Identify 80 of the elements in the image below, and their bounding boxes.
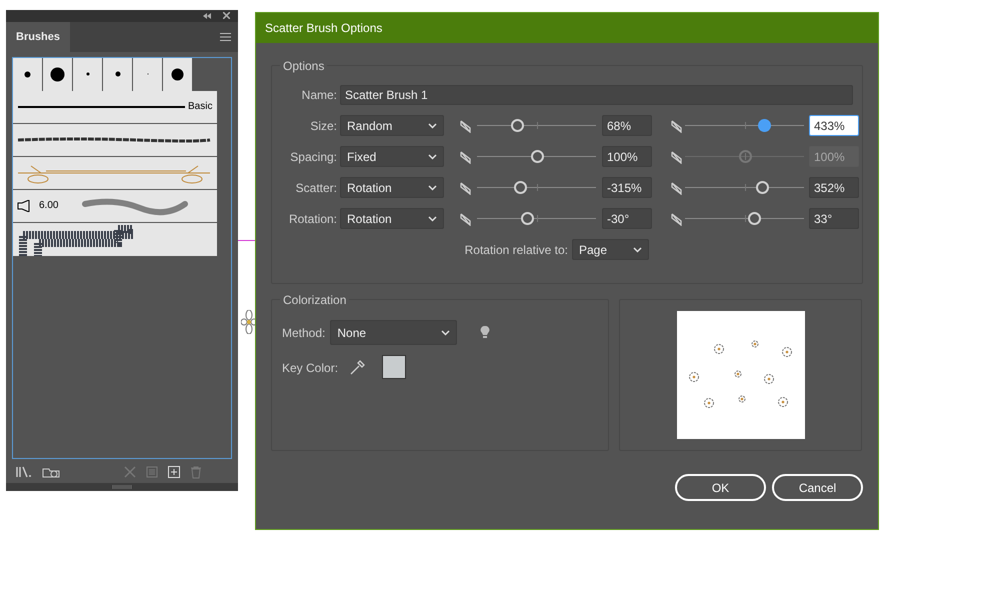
brush-swatch[interactable] — [13, 222, 217, 256]
library-icon[interactable] — [16, 466, 32, 478]
speaker-icon — [17, 200, 31, 212]
menu-icon[interactable] — [220, 32, 231, 41]
slider[interactable] — [685, 180, 804, 194]
slider-thumb[interactable] — [758, 118, 771, 132]
brush-swatch[interactable] — [13, 156, 217, 190]
value-field[interactable]: 33° — [809, 208, 859, 229]
brush-swatch[interactable] — [163, 58, 193, 91]
caret-icon — [441, 330, 450, 336]
value-field[interactable]: -30° — [602, 208, 652, 229]
caret-icon — [428, 184, 437, 190]
eyedropper-icon[interactable] — [349, 358, 366, 376]
dialog-button[interactable]: OK — [675, 474, 766, 501]
slider-thumb[interactable] — [520, 212, 534, 224]
field-label: Name: — [300, 86, 337, 104]
field-label: Spacing: — [289, 148, 337, 166]
slider[interactable] — [685, 118, 804, 132]
dot-brush-icon — [171, 68, 184, 81]
caret-icon — [428, 216, 437, 222]
slider[interactable] — [685, 212, 804, 226]
caret-icon — [428, 122, 437, 128]
dot-brush-icon — [50, 66, 65, 82]
slider-thumb[interactable] — [748, 212, 762, 224]
brush-swatch[interactable] — [43, 58, 73, 91]
field-label: Method: — [282, 324, 326, 342]
guide-line — [238, 240, 255, 241]
slider-thumb[interactable] — [511, 118, 524, 132]
new-brush-icon[interactable] — [168, 466, 180, 478]
slider-thumb[interactable] — [514, 180, 527, 194]
dialog-button[interactable]: Cancel — [772, 474, 863, 501]
slider[interactable] — [477, 180, 596, 194]
caret-icon — [633, 246, 642, 252]
brush-swatch[interactable]: Basic — [13, 90, 217, 124]
flower-drawing — [241, 310, 257, 334]
brush-swatch[interactable] — [13, 58, 43, 91]
value-field[interactable]: 352% — [809, 177, 859, 198]
field-label: Key Color: — [282, 360, 338, 377]
caret-icon — [428, 154, 437, 160]
dialog-title: Scatter Brush Options — [256, 13, 878, 43]
bristle-stroke-icon — [80, 196, 190, 216]
value-field[interactable]: 433% — [809, 115, 859, 136]
resize-grip-icon[interactable] — [112, 485, 132, 490]
field-label: Rotation: — [288, 210, 337, 228]
value-field: 100% — [809, 146, 859, 167]
dropdown[interactable]: Rotation — [340, 208, 444, 229]
dot-brush-icon — [24, 70, 31, 78]
dropdown[interactable]: Rotation — [340, 177, 444, 198]
lightbulb-icon[interactable] — [480, 325, 490, 340]
dropdown[interactable]: Page — [572, 239, 649, 260]
value-field[interactable]: 68% — [602, 115, 652, 136]
field-label: Rotation relative to: — [464, 242, 568, 258]
slider-thumb[interactable] — [530, 150, 544, 162]
collapse-icon[interactable] — [203, 12, 211, 19]
key-color-swatch[interactable] — [382, 355, 406, 379]
brush-name: Basic — [188, 100, 212, 114]
dropdown[interactable]: None — [330, 320, 458, 345]
value-field[interactable]: 100% — [602, 146, 652, 167]
dropdown[interactable]: Random — [340, 115, 444, 136]
slider[interactable] — [477, 150, 596, 164]
brush-swatch[interactable] — [103, 58, 133, 91]
brush-swatch[interactable] — [13, 124, 217, 157]
slider-thumb[interactable] — [756, 180, 770, 194]
brush-swatch[interactable]: 6.00 — [13, 190, 217, 223]
brush-swatch[interactable] — [133, 58, 163, 91]
library-folder-icon[interactable] — [42, 466, 60, 478]
dropdown[interactable]: Fixed — [340, 146, 444, 167]
slider[interactable] — [477, 118, 596, 132]
charcoal-stroke-icon — [16, 134, 212, 145]
slider[interactable] — [477, 212, 596, 226]
brush-size: 6.00 — [39, 199, 58, 214]
field-label: Scatter: — [294, 180, 337, 196]
value-field[interactable]: -315% — [602, 177, 652, 198]
field-label: Size: — [309, 118, 337, 134]
panel-tab[interactable]: Brushes — [6, 22, 70, 52]
name-field[interactable]: Scatter Brush 1 — [340, 84, 853, 104]
close-icon[interactable] — [223, 12, 230, 20]
brush-swatch[interactable] — [73, 58, 103, 91]
dot-brush-icon — [86, 72, 90, 76]
dot-brush-icon — [114, 71, 120, 78]
